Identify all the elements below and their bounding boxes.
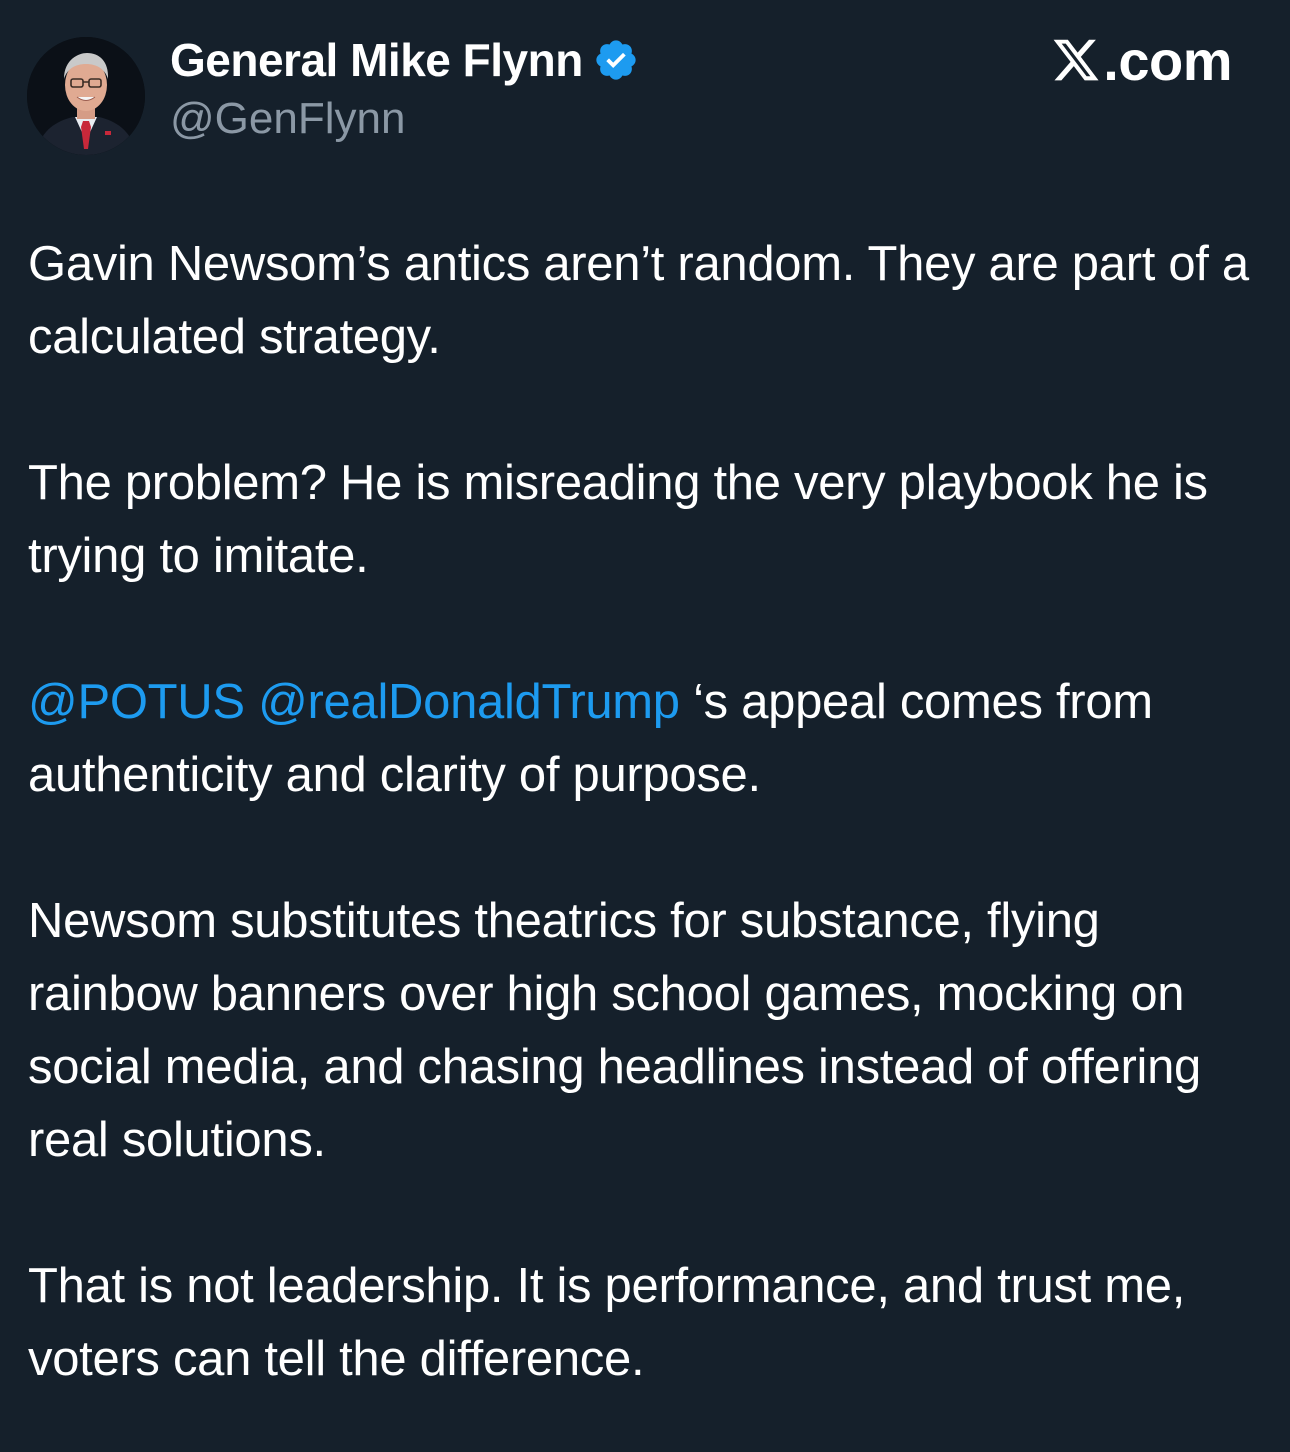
author-handle[interactable]: @GenFlynn — [170, 94, 639, 144]
mention-potus[interactable]: @POTUS — [28, 675, 245, 729]
tweet-card: General Mike Flynn @GenFlynn .com Gavin … — [0, 0, 1290, 1452]
tweet-paragraph-3: @POTUS @realDonaldTrump ‘s appeal comes … — [28, 666, 1268, 812]
verified-badge-icon[interactable] — [593, 37, 639, 83]
x-logo-icon — [1053, 39, 1099, 81]
x-com-watermark: .com — [1051, 28, 1232, 92]
avatar-image — [27, 37, 145, 155]
tweet-paragraph-1: Gavin Newsom’s antics aren’t random. The… — [28, 237, 1249, 364]
display-name[interactable]: General Mike Flynn — [170, 33, 583, 87]
tweet-paragraph-5: That is not leadership. It is performanc… — [28, 1259, 1186, 1386]
mention-realdonaldtrump[interactable]: @realDonaldTrump — [258, 675, 680, 729]
avatar[interactable] — [27, 37, 145, 155]
author-info: General Mike Flynn @GenFlynn — [170, 32, 639, 144]
tweet-header: General Mike Flynn @GenFlynn .com — [0, 0, 1290, 170]
brand-domain-text: .com — [1103, 28, 1232, 92]
display-name-row: General Mike Flynn — [170, 32, 639, 88]
tweet-body: Gavin Newsom’s antics aren’t random. The… — [28, 228, 1268, 1396]
tweet-paragraph-4: Newsom substitutes theatrics for substan… — [28, 894, 1201, 1167]
tweet-paragraph-2: The problem? He is misreading the very p… — [28, 456, 1208, 583]
